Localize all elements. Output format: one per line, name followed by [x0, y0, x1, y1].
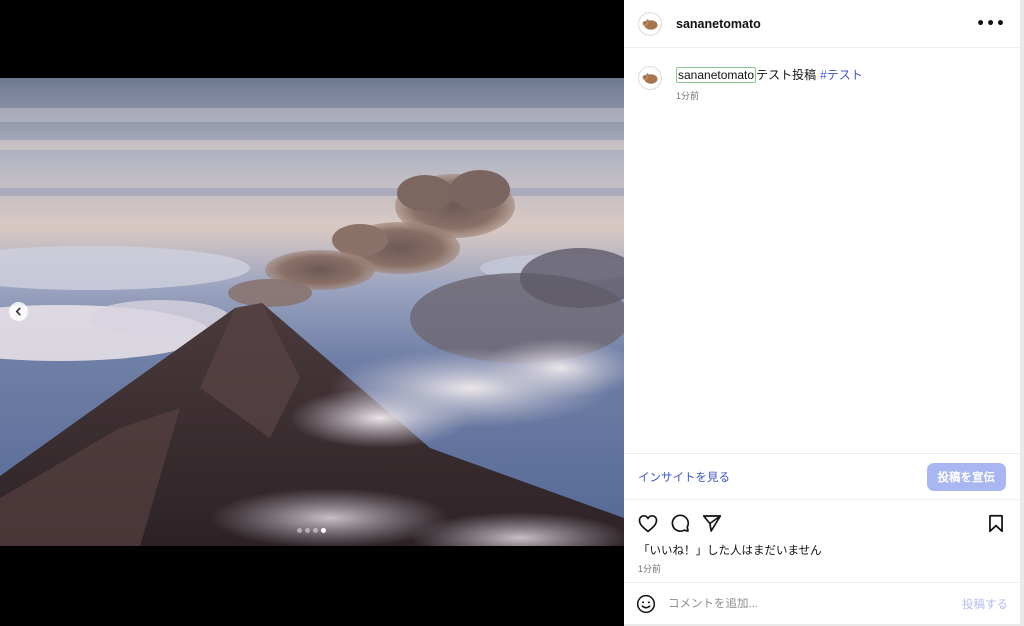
post-photo-volcano [0, 78, 624, 546]
carousel-dots [297, 528, 326, 533]
post-timestamp: 1分前 [638, 564, 662, 574]
promote-post-button[interactable]: 投稿を宣伝 [926, 462, 1006, 491]
capybara-avatar-icon [642, 73, 658, 84]
like-button[interactable] [636, 511, 660, 535]
carousel-dot [313, 528, 318, 533]
header-username[interactable]: sananetomato [676, 17, 761, 31]
caption-timestamp: 1分前 [676, 91, 700, 101]
hashtag-link[interactable]: #テスト [820, 66, 863, 83]
post-comment-button[interactable]: 投稿する [962, 596, 1008, 612]
carousel-dot-active [321, 528, 326, 533]
comment-bar: 投稿する [624, 582, 1020, 624]
chevron-left-icon [15, 307, 21, 316]
media-area [0, 0, 624, 626]
window-edge [1020, 0, 1024, 626]
more-horizontal-icon[interactable]: ••• [976, 16, 1006, 32]
save-button[interactable] [984, 511, 1008, 535]
heart-icon [638, 514, 658, 532]
avatar[interactable] [638, 11, 662, 36]
view-insights-link[interactable]: インサイトを見る [638, 469, 730, 485]
likes-text: 「いいね！」した人はまだいません [638, 545, 822, 557]
insights-row: インサイトを見る 投稿を宣伝 [624, 454, 1020, 500]
post-side-panel: sananetomato ••• sananetomato テスト投稿 #テスト… [624, 0, 1020, 624]
capybara-avatar-icon [642, 18, 658, 30]
post-dialog: sananetomato ••• sananetomato テスト投稿 #テスト… [0, 0, 1024, 626]
carousel-prev-button[interactable] [9, 302, 28, 321]
caption-section: sananetomato テスト投稿 #テスト 1分前 [624, 48, 1020, 454]
paper-plane-icon [702, 514, 722, 532]
bookmark-icon [989, 514, 1003, 532]
post-header: sananetomato ••• [624, 0, 1020, 48]
avatar[interactable] [638, 66, 662, 90]
comment-button[interactable] [668, 511, 692, 535]
emoji-smile-icon [636, 594, 656, 613]
carousel-dot [305, 528, 310, 533]
share-button[interactable] [700, 511, 724, 535]
caption-line: sananetomato テスト投稿 #テスト [676, 66, 863, 83]
action-bar [624, 500, 1020, 540]
emoji-button[interactable] [636, 594, 656, 614]
carousel-dot [297, 528, 302, 533]
caption-username[interactable]: sananetomato [676, 66, 757, 83]
comment-input[interactable] [668, 597, 962, 610]
caption-body: sananetomato テスト投稿 #テスト 1分前 [676, 66, 863, 453]
comment-bubble-icon [671, 514, 690, 532]
caption-text: テスト投稿 [756, 68, 817, 82]
